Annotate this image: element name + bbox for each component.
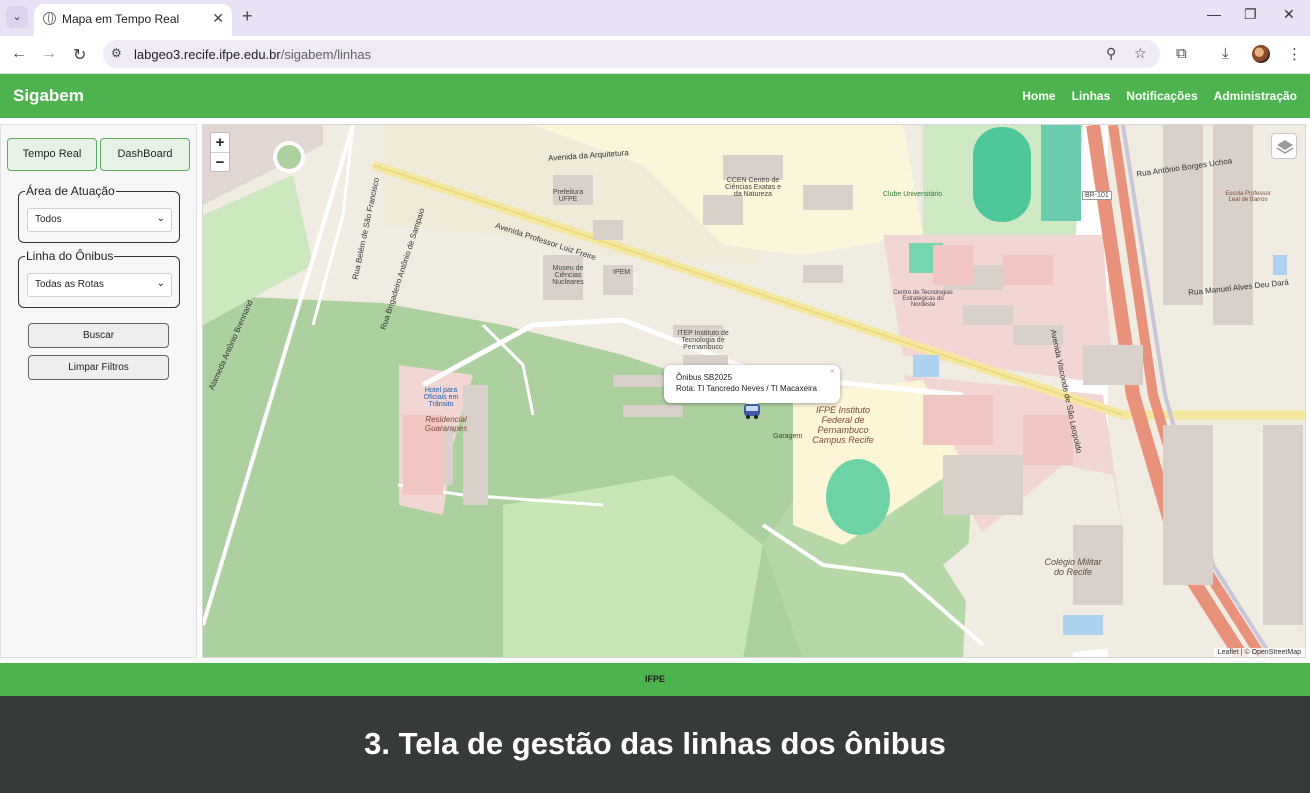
main-nav: Home Linhas Notificações Administração bbox=[1022, 89, 1297, 103]
address-bar[interactable]: ⚙ labgeo3.recife.ifpe.edu.br/sigabem/lin… bbox=[103, 40, 1160, 68]
filter-sidebar: Tempo Real DashBoard Área de Atuação Tod… bbox=[0, 124, 197, 658]
popup-route: Rota: TI Tancredo Neves / TI Macaxeira bbox=[676, 384, 817, 393]
app-header: Sigabem Home Linhas Notificações Adminis… bbox=[0, 74, 1310, 118]
bookmark-star-icon[interactable]: ☆ bbox=[1134, 45, 1147, 62]
search-button[interactable]: Buscar bbox=[28, 323, 169, 348]
line-filter-group: Linha do Ônibus Todas as Rotas ⌄ bbox=[18, 249, 180, 308]
browser-tab-bar: ⌄ Mapa em Tempo Real ✕ + — ❐ ✕ bbox=[0, 0, 1310, 36]
map-label-cetene: Centro de Tecnologias Estratégicas do No… bbox=[893, 290, 953, 308]
browser-toolbar: ← → ↻ ⚙ labgeo3.recife.ifpe.edu.br/sigab… bbox=[0, 36, 1310, 74]
url-path: /sigabem/linhas bbox=[280, 47, 372, 62]
zoom-in-button[interactable]: + bbox=[211, 133, 229, 152]
tab-search-chevron-icon[interactable]: ⌄ bbox=[6, 6, 28, 28]
area-filter-label: Área de Atuação bbox=[25, 184, 116, 198]
line-select-value: Todas as Rotas bbox=[35, 279, 104, 290]
close-window-icon[interactable]: ✕ bbox=[1283, 6, 1295, 23]
map-view[interactable]: Avenida Professor Luiz Freire Avenida da… bbox=[202, 124, 1306, 658]
browser-tab[interactable]: Mapa em Tempo Real ✕ bbox=[34, 4, 232, 36]
map-label-ccen: CCEN Centro de Ciências Exatas e da Natu… bbox=[724, 177, 782, 198]
nav-admin-link[interactable]: Administração bbox=[1214, 89, 1297, 103]
zoom-control: + − bbox=[210, 132, 230, 172]
app-footer: IFPE bbox=[0, 663, 1310, 696]
forward-icon[interactable]: → bbox=[41, 45, 57, 63]
map-label-garagem: Garagem bbox=[773, 433, 803, 440]
url-text: labgeo3.recife.ifpe.edu.br/sigabem/linha… bbox=[134, 47, 371, 62]
realtime-tab-button[interactable]: Tempo Real bbox=[7, 138, 97, 171]
profile-avatar[interactable] bbox=[1252, 45, 1270, 63]
clear-filters-button[interactable]: Limpar Filtros bbox=[28, 355, 169, 380]
browser-menu-icon[interactable]: ⋮ bbox=[1287, 45, 1302, 63]
map-label-ifpe: IFPE Instituto Federal de Pernambuco Cam… bbox=[812, 405, 874, 445]
dashboard-tab-button[interactable]: DashBoard bbox=[100, 138, 190, 171]
chevron-down-icon: ⌄ bbox=[156, 213, 165, 224]
line-select[interactable]: Todas as Rotas ⌄ bbox=[27, 273, 172, 297]
area-select-value: Todos bbox=[35, 214, 62, 225]
popup-bus-id: Ônibus SB2025 bbox=[676, 373, 733, 382]
nav-lines-link[interactable]: Linhas bbox=[1072, 89, 1111, 103]
slide-caption: 3. Tela de gestão das linhas dos ônibus bbox=[364, 726, 946, 761]
reload-icon[interactable]: ↻ bbox=[73, 45, 86, 65]
download-icon[interactable]: ⤓ bbox=[1222, 45, 1229, 62]
map-label-ipem: IPEM bbox=[613, 269, 631, 276]
restore-icon[interactable]: ❐ bbox=[1244, 6, 1257, 23]
map-label-br101: BR-101 bbox=[1082, 191, 1112, 200]
map-label-prefeitura: Prefeitura UFPE bbox=[552, 189, 584, 203]
extensions-icon[interactable]: ⧉ bbox=[1176, 45, 1187, 62]
layers-icon bbox=[1276, 140, 1294, 154]
area-select[interactable]: Todos ⌄ bbox=[27, 208, 172, 232]
zoom-lens-icon[interactable]: ⚲ bbox=[1106, 45, 1116, 62]
area-filter-group: Área de Atuação Todos ⌄ bbox=[18, 184, 180, 243]
nav-notifications-link[interactable]: Notificações bbox=[1126, 89, 1197, 103]
tab-title: Mapa em Tempo Real bbox=[62, 12, 180, 26]
map-label-itep: ITEP Instituto de Tecnologia de Pernambu… bbox=[677, 330, 729, 351]
map-label-residencial: Residencial Guararapes bbox=[424, 415, 468, 433]
site-settings-icon[interactable]: ⚙ bbox=[111, 46, 122, 60]
back-icon[interactable]: ← bbox=[11, 45, 27, 63]
layers-control[interactable] bbox=[1271, 133, 1297, 159]
map-label-museum: Museu de Ciências Nucleares bbox=[552, 265, 584, 286]
globe-icon bbox=[43, 12, 56, 25]
bus-popup: Ônibus SB2025 Rota: TI Tancredo Neves / … bbox=[664, 365, 840, 410]
nav-home-link[interactable]: Home bbox=[1022, 89, 1055, 103]
map-attribution[interactable]: Leaflet | © OpenStreetMap bbox=[1213, 648, 1305, 657]
chevron-down-icon: ⌄ bbox=[156, 278, 165, 289]
zoom-out-button[interactable]: − bbox=[211, 152, 229, 171]
map-label-hotel: Hotel para Oficiais em Trânsito bbox=[423, 387, 459, 408]
url-host: labgeo3.recife.ifpe.edu.br bbox=[134, 47, 281, 62]
line-filter-label: Linha do Ônibus bbox=[25, 249, 115, 263]
close-tab-icon[interactable]: ✕ bbox=[212, 10, 224, 27]
map-label-clube: Clube Universitário bbox=[883, 191, 943, 198]
map-label-colegio-militar: Colégio Militar do Recife bbox=[1044, 557, 1102, 577]
popup-close-icon[interactable]: × bbox=[830, 366, 835, 376]
map-label-escola: Escola Professor Leal de Barros bbox=[1225, 191, 1271, 203]
new-tab-icon[interactable]: + bbox=[242, 6, 253, 27]
minimize-icon[interactable]: — bbox=[1207, 6, 1221, 22]
brand-logo[interactable]: Sigabem bbox=[13, 86, 84, 106]
caption-band: 3. Tela de gestão das linhas dos ônibus bbox=[0, 696, 1310, 793]
bus-marker-icon[interactable] bbox=[741, 401, 763, 421]
